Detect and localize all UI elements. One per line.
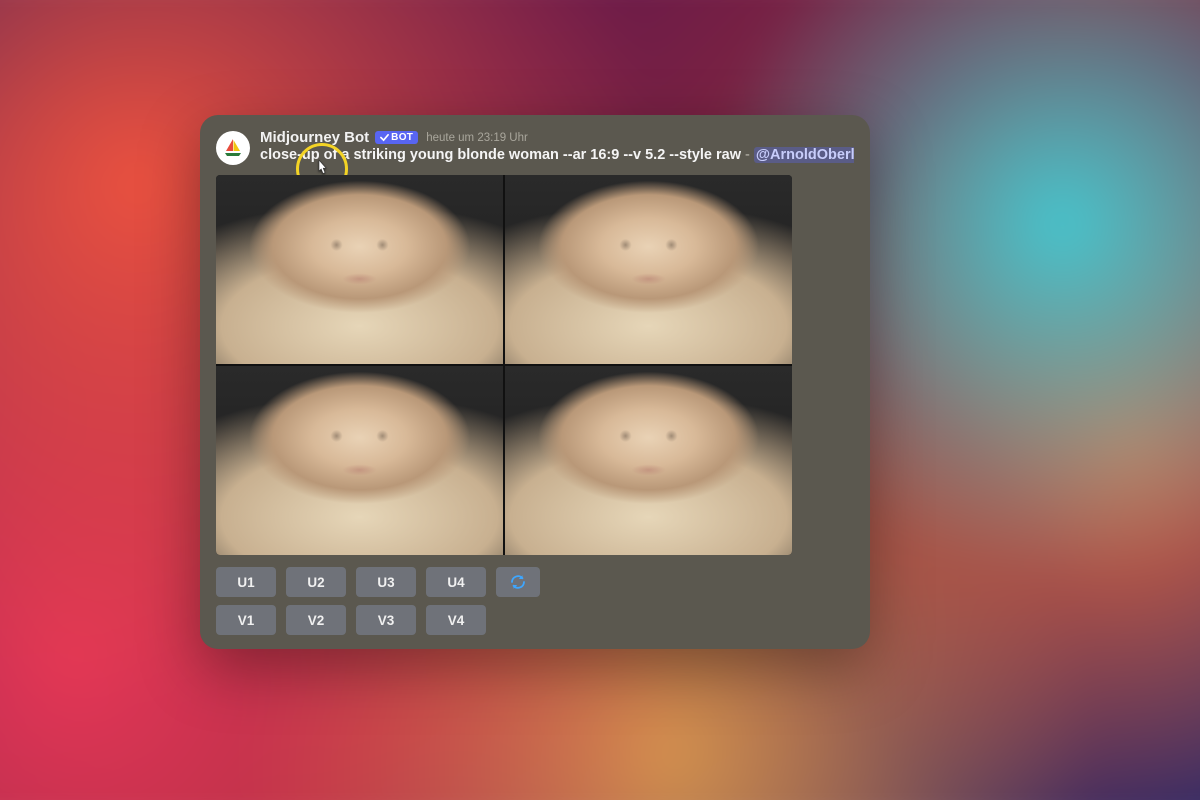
bot-badge: BOT [375, 131, 418, 144]
prompt-text: close-up of a striking young blonde woma… [260, 147, 741, 163]
upscale-2-button[interactable]: U2 [286, 567, 346, 597]
reroll-button[interactable] [496, 567, 540, 597]
variation-3-button[interactable]: V3 [356, 605, 416, 635]
generated-image-grid[interactable] [216, 175, 792, 555]
upscale-4-button[interactable]: U4 [426, 567, 486, 597]
sailboat-icon [221, 136, 245, 160]
discord-message-card: Midjourney Bot BOT heute um 23:19 Uhr cl… [200, 115, 870, 649]
generated-image-1[interactable] [216, 175, 503, 364]
reroll-icon [509, 573, 527, 591]
variation-1-button[interactable]: V1 [216, 605, 276, 635]
user-mention[interactable]: @ArnoldOberleit [754, 147, 854, 163]
check-icon [380, 133, 389, 142]
action-button-rows: U1 U2 U3 U4 V1 V2 V3 V4 [216, 567, 854, 635]
bot-badge-label: BOT [391, 132, 413, 143]
bot-avatar[interactable] [216, 131, 250, 165]
prompt-line: close-up of a striking young blonde woma… [260, 147, 854, 163]
message-timestamp: heute um 23:19 Uhr [426, 132, 528, 144]
author-name[interactable]: Midjourney Bot [260, 129, 369, 146]
variation-row: V1 V2 V3 V4 [216, 605, 854, 635]
variation-2-button[interactable]: V2 [286, 605, 346, 635]
generated-image-3[interactable] [216, 366, 503, 555]
generated-image-4[interactable] [505, 366, 792, 555]
prompt-separator: - [741, 147, 754, 163]
generated-image-2[interactable] [505, 175, 792, 364]
variation-4-button[interactable]: V4 [426, 605, 486, 635]
upscale-1-button[interactable]: U1 [216, 567, 276, 597]
upscale-row: U1 U2 U3 U4 [216, 567, 854, 597]
message-header: Midjourney Bot BOT heute um 23:19 Uhr cl… [216, 129, 854, 165]
upscale-3-button[interactable]: U3 [356, 567, 416, 597]
